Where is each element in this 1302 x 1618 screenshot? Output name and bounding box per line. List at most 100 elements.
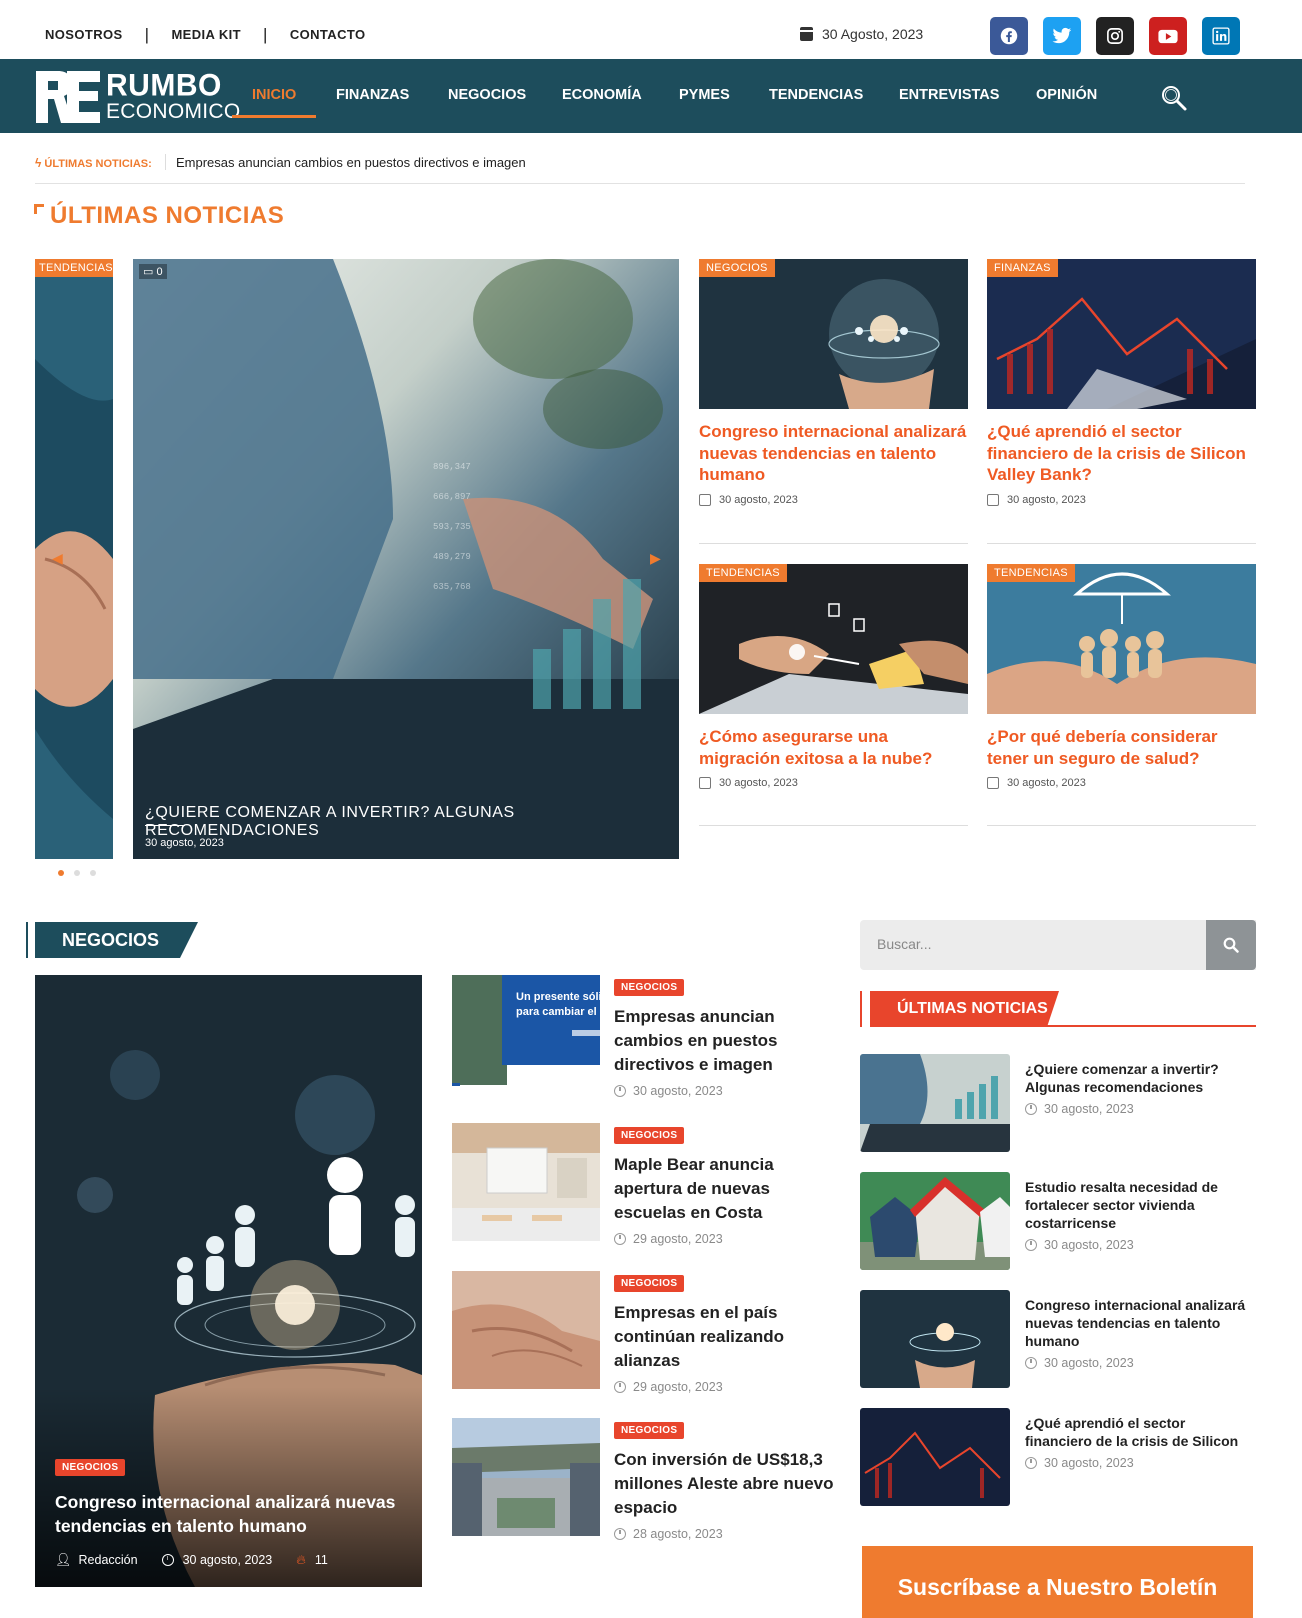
sidebar-news-item[interactable]: ¿Qué aprendió el sector financiero de la… [860, 1408, 1256, 1506]
card-category-tag[interactable]: TENDENCIAS [987, 564, 1075, 582]
linkedin-icon[interactable] [1202, 17, 1240, 55]
card-date-text: 30 agosto, 2023 [719, 493, 798, 506]
calendar-icon [987, 777, 999, 789]
featured-title[interactable]: Congreso internacional analizará nuevas … [55, 1490, 405, 1538]
nav-item-entrevistas[interactable]: ENTREVISTAS [899, 87, 999, 103]
negocios-list-item[interactable]: NEGOCIOS Con inversión de US$18,3 millon… [452, 1418, 842, 1543]
slider-dot-1[interactable] [58, 870, 64, 876]
user-icon: 👤︎ [55, 1552, 72, 1567]
slide-category-tag[interactable]: TENDENCIAS [35, 259, 113, 277]
nav-item-negocios[interactable]: NEGOCIOS [448, 87, 526, 103]
slider-dot-3[interactable] [90, 870, 96, 876]
twitter-icon[interactable] [1043, 17, 1081, 55]
card-date-text: 30 agosto, 2023 [1007, 777, 1086, 789]
slide-headline[interactable]: ¿QUIERE COMENZAR A INVERTIR? ALGUNAS REC… [145, 804, 679, 840]
nav-item-tendencias[interactable]: TENDENCIAS [769, 87, 863, 103]
facebook-icon[interactable] [990, 17, 1028, 55]
news-card[interactable]: FINANZAS ¿Qué aprendió el sector financi… [987, 259, 1256, 544]
item-title[interactable]: ¿Qué aprendió el sector financiero de la… [1025, 1414, 1255, 1450]
card-image[interactable]: TENDENCIAS [699, 564, 968, 714]
card-divider [699, 825, 968, 826]
featured-negocios-article[interactable]: NEGOCIOS Congreso internacional analizar… [35, 975, 422, 1587]
news-card[interactable]: TENDENCIAS ¿Cómo asegurarse una migració… [699, 564, 968, 826]
slider-prev-arrow[interactable]: ◀ [52, 550, 63, 567]
sidebar-search-button[interactable] [1206, 920, 1256, 970]
top-link-contacto[interactable]: CONTACTO [290, 27, 366, 42]
news-card[interactable]: NEGOCIOS Congreso internacional analizar… [699, 259, 968, 544]
item-thumbnail[interactable] [860, 1408, 1010, 1506]
item-title[interactable]: Maple Bear anuncia apertura de nuevas es… [614, 1153, 834, 1225]
newsletter-box[interactable]: Suscríbase a Nuestro Boletín [862, 1546, 1253, 1618]
card-image[interactable]: FINANZAS [987, 259, 1256, 409]
featured-author[interactable]: Redacción [79, 1553, 138, 1567]
top-link-media-kit[interactable]: MEDIA KIT [171, 27, 241, 42]
item-title[interactable]: Empresas en el país continúan realizando… [614, 1301, 834, 1373]
site-logo[interactable]: RUMBO ECONOMICO [36, 68, 240, 123]
negocios-list-item[interactable]: Un presente sólido para cambiar el NEGOC… [452, 975, 842, 1100]
item-category-tag[interactable]: NEGOCIOS [614, 1275, 685, 1292]
featured-category-tag[interactable]: NEGOCIOS [55, 1459, 126, 1476]
slider-pagination [58, 870, 96, 876]
nav-item-finanzas[interactable]: FINANZAS [336, 87, 409, 103]
instagram-icon[interactable] [1096, 17, 1134, 55]
item-title[interactable]: Estudio resalta necesidad de fortalecer … [1025, 1178, 1255, 1232]
card-category-tag[interactable]: NEGOCIOS [699, 259, 775, 277]
sidebar-search-input[interactable]: Buscar... [860, 920, 1256, 970]
ticker-headline[interactable]: Empresas anuncian cambios en puestos dir… [176, 155, 526, 170]
card-category-tag[interactable]: TENDENCIAS [699, 564, 787, 582]
item-title[interactable]: ¿Quiere comenzar a invertir? Algunas rec… [1025, 1060, 1255, 1096]
logo-rumbo: RUMBO [106, 68, 222, 103]
sidebar-news-item[interactable]: Congreso internacional analizará nuevas … [860, 1290, 1256, 1388]
negocios-list-item[interactable]: NEGOCIOS Empresas en el país continúan r… [452, 1271, 842, 1396]
item-date-text: 29 agosto, 2023 [633, 1380, 723, 1394]
nav-item-pymes[interactable]: PYMES [679, 87, 730, 103]
nav-item-inicio[interactable]: INICIO [252, 87, 296, 103]
item-thumbnail[interactable]: Un presente sólido para cambiar el [452, 975, 600, 1093]
nav-item-economia[interactable]: ECONOMÍA [562, 87, 642, 103]
negocios-section-title[interactable]: NEGOCIOS [62, 930, 159, 951]
youtube-icon[interactable] [1149, 17, 1187, 55]
card-title[interactable]: ¿Por qué debería considerar tener un seg… [987, 726, 1256, 769]
item-title[interactable]: Empresas anuncian cambios en puestos dir… [614, 1005, 834, 1077]
item-category-tag[interactable]: NEGOCIOS [614, 979, 685, 996]
negocios-section-header: NEGOCIOS [26, 922, 201, 958]
card-date: 30 agosto, 2023 [699, 493, 968, 506]
card-title[interactable]: Congreso internacional analizará nuevas … [699, 421, 968, 486]
svg-text:635,768: 635,768 [433, 582, 471, 592]
slider-previous-slide[interactable]: TENDENCIAS [35, 259, 113, 859]
card-title[interactable]: ¿Cómo asegurarse una migración exitosa a… [699, 726, 968, 769]
logo-economico: ECONOMICO [106, 100, 241, 123]
news-card[interactable]: TENDENCIAS ¿Por qué debería considerar t… [987, 564, 1256, 826]
negocios-list-item[interactable]: NEGOCIOS Maple Bear anuncia apertura de … [452, 1123, 842, 1248]
item-date-text: 30 agosto, 2023 [1044, 1456, 1134, 1470]
top-link-nosotros[interactable]: NOSOTROS [45, 27, 123, 42]
sidebar-news-item[interactable]: ¿Quiere comenzar a invertir? Algunas rec… [860, 1054, 1256, 1152]
card-image[interactable]: NEGOCIOS [699, 259, 968, 409]
sidebar-news-item[interactable]: Estudio resalta necesidad de fortalecer … [860, 1172, 1256, 1270]
item-thumbnail[interactable] [452, 1271, 600, 1389]
item-date: 30 agosto, 2023 [1025, 1356, 1134, 1370]
card-date: 30 agosto, 2023 [987, 493, 1256, 506]
item-thumbnail[interactable] [860, 1054, 1010, 1152]
card-title[interactable]: ¿Qué aprendió el sector financiero de la… [987, 421, 1256, 486]
header-underline [870, 1025, 1256, 1027]
item-thumbnail[interactable] [860, 1290, 1010, 1388]
item-thumbnail[interactable] [452, 1123, 600, 1241]
nav-item-opinion[interactable]: OPINIÓN [1036, 87, 1097, 103]
item-date-text: 30 agosto, 2023 [633, 1084, 723, 1098]
svg-text:666,897: 666,897 [433, 492, 471, 502]
item-category-tag[interactable]: NEGOCIOS [614, 1127, 685, 1144]
item-title[interactable]: Con inversión de US$18,3 millones Aleste… [614, 1448, 834, 1520]
slider-dot-2[interactable] [74, 870, 80, 876]
slider-main-slide[interactable]: 896,347 666,897 593,735 489,279 635,768 … [133, 259, 679, 859]
card-image[interactable]: TENDENCIAS [987, 564, 1256, 714]
card-category-tag[interactable]: FINANZAS [987, 259, 1058, 277]
item-category-tag[interactable]: NEGOCIOS [614, 1422, 685, 1439]
svg-text:593,735: 593,735 [433, 522, 471, 532]
slider-next-arrow[interactable]: ▶ [650, 550, 661, 567]
search-icon[interactable] [1160, 84, 1188, 112]
item-title[interactable]: Congreso internacional analizará nuevas … [1025, 1296, 1255, 1350]
item-thumbnail[interactable] [860, 1172, 1010, 1270]
item-thumbnail[interactable] [452, 1418, 600, 1536]
comment-count[interactable]: ▭ 0 [139, 264, 167, 279]
